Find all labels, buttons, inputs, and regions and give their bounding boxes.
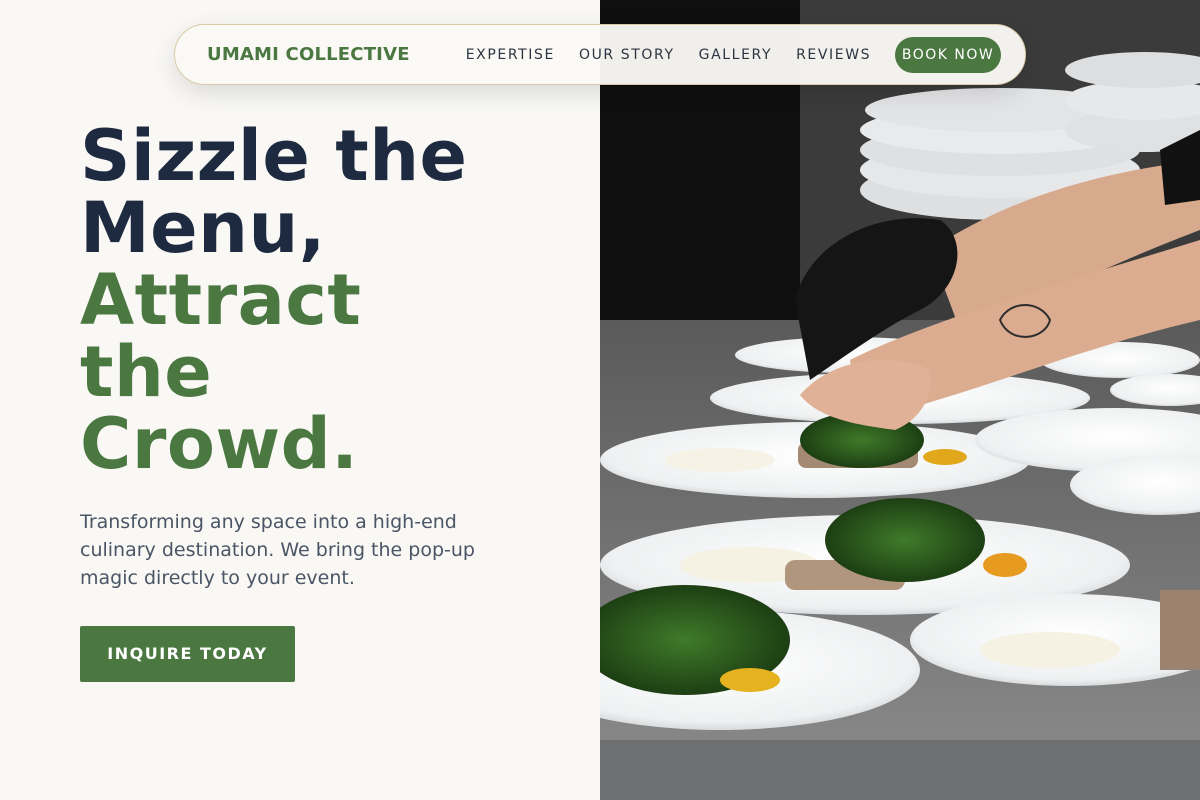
nav-link-reviews[interactable]: REVIEWS bbox=[796, 47, 871, 63]
headline-line: Attract bbox=[80, 259, 362, 341]
book-now-button[interactable]: BOOK NOW bbox=[895, 36, 1001, 73]
hero-headline: Sizzle the Menu, Attract the Crowd. bbox=[80, 120, 560, 480]
nav-link-gallery[interactable]: GALLERY bbox=[699, 47, 772, 63]
nav-links: EXPERTISE OUR STORY GALLERY REVIEWS bbox=[466, 47, 895, 63]
headline-line: the bbox=[80, 331, 213, 413]
hero-subtext: Transforming any space into a high-end c… bbox=[80, 511, 475, 589]
headline-line: Menu, bbox=[80, 187, 326, 269]
hero-photo bbox=[600, 0, 1200, 800]
nav-link-our-story[interactable]: OUR STORY bbox=[579, 47, 675, 63]
inquire-today-button[interactable]: INQUIRE TODAY bbox=[80, 626, 295, 682]
headline-line: Sizzle the bbox=[80, 115, 468, 197]
top-nav: UMAMI COLLECTIVE EXPERTISE OUR STORY GAL… bbox=[174, 24, 1026, 85]
headline-line: Crowd. bbox=[80, 403, 359, 485]
hero-section: Sizzle the Menu, Attract the Crowd. Tran… bbox=[80, 120, 560, 682]
brand-logo[interactable]: UMAMI COLLECTIVE bbox=[207, 44, 410, 65]
nav-link-expertise[interactable]: EXPERTISE bbox=[466, 47, 555, 63]
